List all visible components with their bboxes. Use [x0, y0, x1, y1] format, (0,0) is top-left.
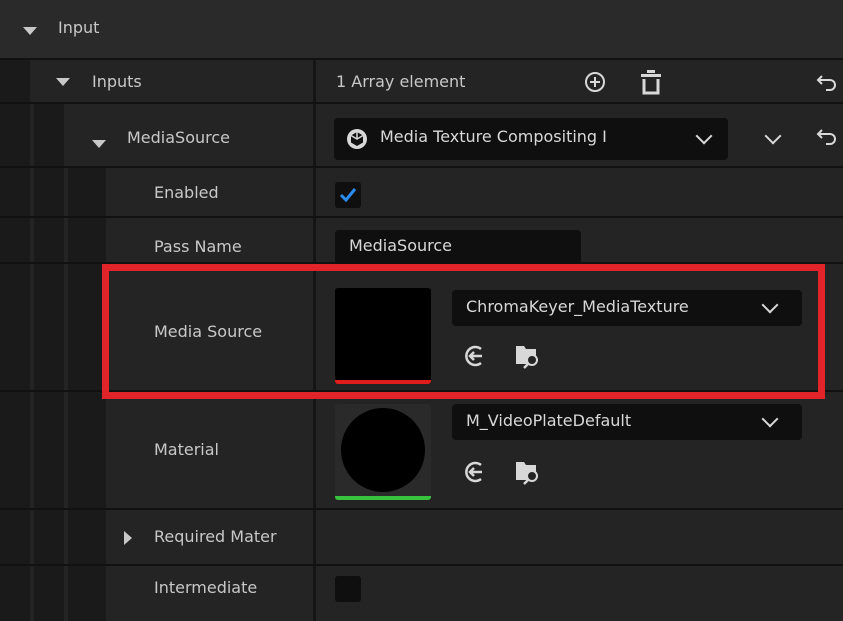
inputs-label: Inputs: [92, 72, 142, 91]
indent-guide: [34, 104, 64, 166]
checkmark-icon: [339, 188, 357, 203]
chevron-down-icon: [695, 127, 713, 145]
intermediate-label: Intermediate: [154, 578, 258, 597]
indent-guide: [0, 566, 30, 621]
property-intermediate: Intermediate: [0, 566, 843, 621]
add-element-icon[interactable]: [583, 70, 607, 94]
pass-name-input[interactable]: MediaSource: [335, 230, 581, 264]
browse-to-asset-icon[interactable]: [514, 457, 542, 485]
delete-all-icon[interactable]: [638, 68, 664, 96]
reset-to-default-icon[interactable]: [816, 126, 838, 146]
category-input-label: Input: [58, 18, 100, 37]
required-materials-label: Required Mater: [154, 527, 277, 546]
chevron-down-icon[interactable]: [764, 127, 782, 145]
reset-to-default-icon[interactable]: [816, 72, 838, 92]
enabled-label: Enabled: [154, 183, 219, 202]
material-asset-picker[interactable]: M_VideoPlateDefault: [452, 404, 802, 440]
indent-guide: [0, 60, 30, 102]
indent-guide: [0, 168, 30, 216]
indent-guide: [68, 510, 106, 564]
class-icon: [346, 128, 368, 150]
indent-guide: [68, 392, 106, 508]
indent-guide: [68, 168, 106, 216]
property-inputs: Inputs 1 Array element: [0, 60, 843, 104]
array-count-text: 1 Array element: [336, 72, 466, 91]
material-label: Material: [154, 440, 219, 459]
material-asset-name: M_VideoPlateDefault: [466, 411, 632, 430]
column-divider: [313, 392, 316, 508]
indent-guide: [0, 392, 30, 508]
chevron-down-icon: [761, 410, 779, 428]
class-dropdown[interactable]: Media Texture Compositing I: [334, 118, 728, 160]
indent-guide: [68, 264, 106, 390]
expand-arrow-icon[interactable]: [56, 78, 70, 86]
indent-guide: [34, 168, 64, 216]
property-required-materials: Required Mater: [0, 510, 843, 566]
indent-guide: [0, 218, 30, 262]
indent-guide: [34, 218, 64, 262]
category-input[interactable]: Input: [0, 0, 843, 60]
indent-guide: [34, 392, 64, 508]
enabled-checkbox[interactable]: [335, 182, 361, 208]
indent-guide: [34, 566, 64, 621]
column-divider: [313, 510, 316, 564]
indent-guide: [34, 264, 64, 390]
indent-guide: [34, 510, 64, 564]
column-divider: [313, 104, 316, 166]
expand-arrow-icon[interactable]: [23, 27, 37, 35]
column-divider: [313, 218, 316, 262]
indent-guide: [0, 264, 30, 390]
column-divider: [313, 60, 316, 102]
column-divider: [313, 566, 316, 621]
use-selected-asset-icon[interactable]: [462, 459, 488, 485]
indent-guide: [68, 566, 106, 621]
indent-guide: [0, 510, 30, 564]
expand-arrow-icon[interactable]: [92, 140, 106, 148]
highlight-box: [102, 264, 825, 399]
expand-arrow-icon[interactable]: [124, 531, 132, 545]
material-sphere-preview: [341, 408, 425, 492]
media-source-group-label: MediaSource: [127, 128, 231, 147]
indent-guide: [0, 104, 30, 166]
property-enabled: Enabled: [0, 168, 843, 218]
property-media-source-group: MediaSource Media Texture Compositing I: [0, 104, 843, 168]
thumbnail-color-bar: [335, 496, 431, 500]
column-divider: [313, 168, 316, 216]
material-thumbnail[interactable]: [335, 404, 431, 500]
indent-guide: [68, 218, 106, 262]
property-material: Material M_VideoPlateDefault: [0, 392, 843, 510]
pass-name-value: MediaSource: [349, 236, 453, 255]
intermediate-checkbox[interactable]: [335, 576, 361, 602]
property-pass-name: Pass Name MediaSource: [0, 218, 843, 264]
class-dropdown-value: Media Texture Compositing I: [380, 127, 607, 146]
pass-name-label: Pass Name: [154, 237, 242, 256]
